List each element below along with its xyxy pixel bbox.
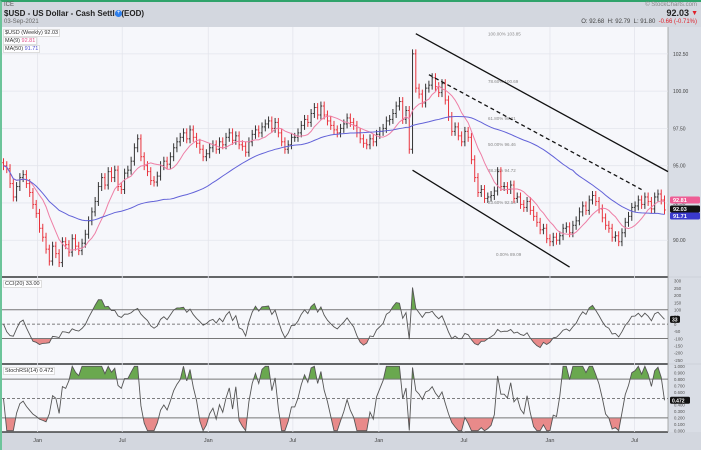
cci-tick-label: -50 [674, 329, 681, 334]
legend-cci-value: 33.00 [25, 281, 40, 287]
stochrsi-tag-text: 0.472 [672, 398, 685, 404]
price-panel [2, 27, 668, 276]
price-tick-label: 90.00 [673, 238, 686, 244]
fibonacci-label: 38.20% 94.72 [488, 168, 516, 173]
x-tick-label: Jul [460, 438, 467, 444]
legend-ma9-value: 92.81 [21, 38, 36, 44]
cci-tick-label: -150 [674, 344, 683, 349]
stochrsi-tick-label: 1.000 [674, 364, 685, 369]
cci-tick-label: 200 [674, 293, 682, 298]
fibonacci-label: 50.00% 96.46 [488, 142, 516, 147]
legend-stochrsi: StochRSI(14) 0.472 [3, 367, 56, 375]
legend-stochrsi-value: 0.472 [39, 368, 54, 374]
fibonacci-label: 100.00% 103.85 [488, 32, 521, 37]
price-tick-label: 95.00 [673, 164, 686, 170]
x-tick-label: Jul [289, 438, 296, 444]
cci-tick-label: -200 [674, 351, 683, 356]
price-tick-label: 97.50 [673, 126, 686, 132]
cci-tick-label: 100 [674, 307, 682, 312]
legend-ma9: MA(9) 92.81 [3, 37, 38, 45]
x-tick-label: Jan [546, 438, 555, 444]
stochrsi-tick-label: 0.900 [674, 371, 685, 376]
cci-tick-label: 300 [674, 279, 682, 284]
legend-stochrsi-label: StochRSI(14) [5, 368, 39, 374]
stochrsi-tick-label: 0.800 [674, 377, 685, 382]
legend-cci: CCI(20) 33.00 [3, 280, 42, 288]
legend-ma9-label: MA(9) [5, 38, 20, 44]
price-tick-label: 100.00 [673, 89, 689, 95]
fibonacci-label: 0.00% 89.09 [496, 252, 522, 257]
cci-tick-label: 250 [674, 286, 682, 291]
stochrsi-tick-label: 0.600 [674, 390, 685, 395]
x-tick-label: Jan [374, 438, 383, 444]
cci-tick-label: 150 [674, 300, 682, 305]
legend-cci-label: CCI(20) [5, 281, 25, 287]
stochrsi-tick-label: 0.200 [674, 416, 685, 421]
price-tag-text: 92.03 [673, 207, 687, 213]
stochrsi-tick-label: 0.000 [674, 429, 685, 434]
x-tick-label: Jan [204, 438, 213, 444]
stochrsi-tick-label: 0.700 [674, 383, 685, 388]
legend-price: $USD (Weekly) 92.03 [3, 29, 61, 37]
fibonacci-label: 23.60% 92.56 [488, 200, 516, 205]
stochrsi-tick-label: 0.300 [674, 409, 685, 414]
x-tick-label: Jul [631, 438, 638, 444]
stochrsi-tick-label: 0.100 [674, 422, 685, 427]
x-axis [2, 432, 701, 446]
cci-tick-label: -250 [674, 358, 683, 363]
x-tick-label: Jan [33, 438, 42, 444]
legend-ma50-label: MA(50) [5, 46, 24, 52]
cci-panel [2, 278, 668, 363]
chart-canvas[interactable]: Jan Jul Jan Jul Jan Jul Jan Jul 102.50 100.00 97.5… [0, 0, 701, 450]
legend-ma50: MA(50) 91.71 [3, 45, 41, 53]
price-tick-label: 102.50 [673, 52, 689, 58]
legend-price-label: $USD (Weekly) [5, 30, 43, 36]
ma9-tag-text: 92.81 [673, 198, 687, 204]
ma50-tag-text: 91.71 [673, 214, 687, 220]
cci-tick-label: -100 [674, 336, 683, 341]
cci-tag-text: 33 [672, 317, 678, 323]
legend-ma50-value: 91.71 [24, 46, 39, 52]
legend-price-value: 92.03 [44, 30, 59, 36]
x-tick-label: Jul [119, 438, 126, 444]
